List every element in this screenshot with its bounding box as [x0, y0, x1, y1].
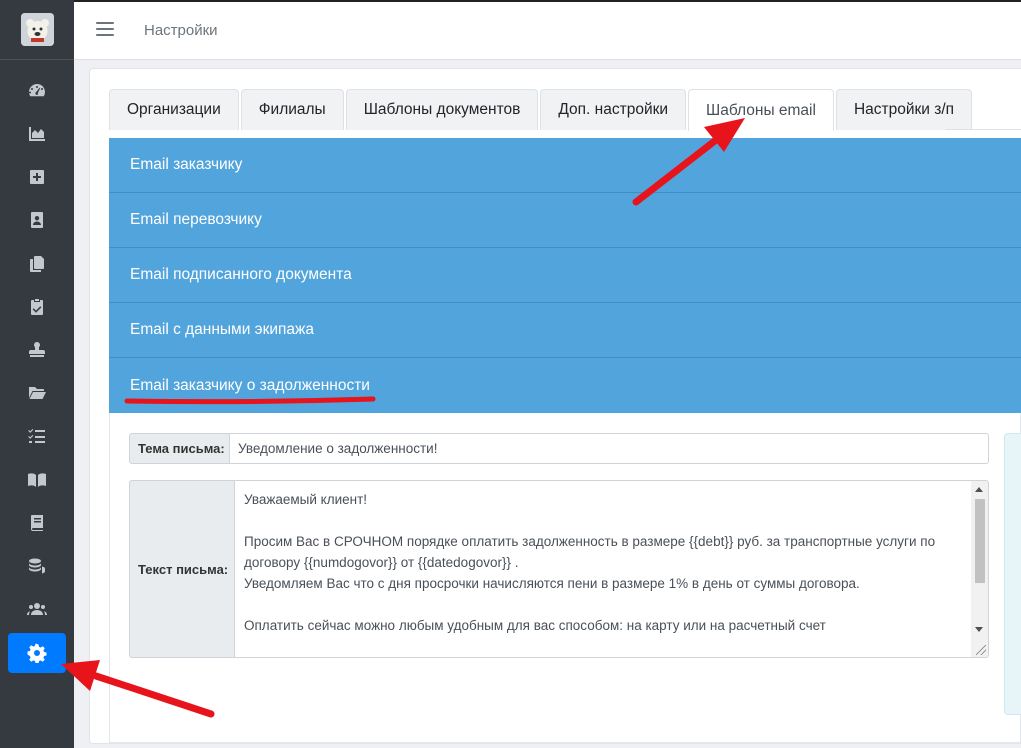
scroll-up-arrow-icon[interactable]	[975, 487, 983, 492]
sidebar	[0, 0, 74, 748]
plus-square-icon	[30, 170, 44, 184]
folder-open-icon	[28, 387, 46, 399]
textarea-scrollbar[interactable]	[971, 481, 988, 657]
body-textarea[interactable]: Уважаемый клиент! Просим Вас в СРОЧНОМ п…	[234, 480, 989, 658]
stamp-icon	[29, 342, 45, 357]
nav-settings[interactable]	[8, 633, 66, 673]
accordion-email-carrier[interactable]: Email перевозчику	[109, 193, 1021, 248]
nav-stamp[interactable]	[8, 330, 66, 370]
scroll-thumb[interactable]	[975, 499, 985, 583]
coins-icon	[29, 558, 45, 574]
copy-documents-icon	[30, 256, 44, 272]
users-icon	[27, 603, 47, 615]
page-title: Настройки	[144, 22, 218, 39]
nav-dashboard[interactable]	[8, 71, 66, 111]
nav-guide[interactable]	[8, 460, 66, 500]
tab-salary-settings[interactable]: Настройки з/п	[835, 89, 973, 130]
subject-label: Тема письма:	[129, 433, 230, 464]
area-chart-icon	[29, 127, 45, 141]
scroll-down-arrow-icon[interactable]	[975, 627, 983, 632]
body-line: Просим Вас в СРОЧНОМ порядке оплатить за…	[244, 534, 936, 549]
nav-documents[interactable]	[8, 244, 66, 284]
tab-document-templates[interactable]: Шаблоны документов	[345, 89, 539, 130]
nav-add[interactable]	[8, 157, 66, 197]
nav-task-list[interactable]	[8, 416, 66, 456]
accordion-email-crew-data[interactable]: Email с данными экипажа	[109, 303, 1021, 358]
nav-analytics[interactable]	[8, 114, 66, 154]
settings-tabs: Организации Филиалы Шаблоны документов Д…	[109, 89, 974, 131]
body-label: Текст письма:	[129, 480, 234, 658]
accordion-email-customer[interactable]: Email заказчику	[109, 138, 1021, 193]
tab-extra-settings[interactable]: Доп. настройки	[540, 89, 687, 130]
nav-folders[interactable]	[8, 373, 66, 413]
top-navbar: Настройки	[74, 0, 1021, 60]
tab-branches[interactable]: Филиалы	[240, 89, 344, 130]
body-line	[244, 594, 969, 615]
app-logo[interactable]	[21, 13, 54, 46]
nav-finance[interactable]	[8, 546, 66, 586]
tabs-underline	[945, 129, 1021, 130]
sidebar-divider	[0, 59, 74, 60]
tab-email-templates[interactable]: Шаблоны email	[688, 89, 834, 131]
accordion-email-signed-document[interactable]: Email подписанного документа	[109, 248, 1021, 303]
task-list-icon	[28, 429, 45, 443]
nav-tasks-check[interactable]	[8, 287, 66, 327]
subject-input[interactable]: Уведомление о задолженности!	[230, 433, 989, 464]
nav-contacts[interactable]	[8, 200, 66, 240]
body-line: Оплатить сейчас можно любым удобным для …	[244, 618, 826, 633]
speedometer-icon	[29, 84, 45, 97]
gear-icon	[27, 643, 47, 663]
book-open-icon	[28, 473, 46, 487]
body-line: Уважаемый клиент!	[244, 492, 368, 507]
nav-journal[interactable]	[8, 503, 66, 543]
body-text: Уважаемый клиент! Просим Вас в СРОЧНОМ п…	[244, 489, 969, 636]
clipboard-check-icon	[31, 299, 43, 315]
help-side-panel	[1004, 433, 1021, 715]
hamburger-menu-icon[interactable]	[96, 22, 114, 38]
resize-handle-icon[interactable]	[976, 645, 986, 655]
accordion-email-customer-debt[interactable]: Email заказчику о задолженности	[109, 358, 1021, 413]
nav-users[interactable]	[8, 589, 66, 629]
tab-organizations[interactable]: Организации	[109, 89, 239, 130]
body-line: договору {{numdogovor}} от {{datedogovor…	[244, 555, 519, 570]
body-line	[244, 510, 969, 531]
body-line: Уведомляем Вас что с дня просрочки начис…	[244, 576, 860, 591]
contact-card-icon	[31, 212, 43, 228]
book-icon	[30, 515, 43, 531]
